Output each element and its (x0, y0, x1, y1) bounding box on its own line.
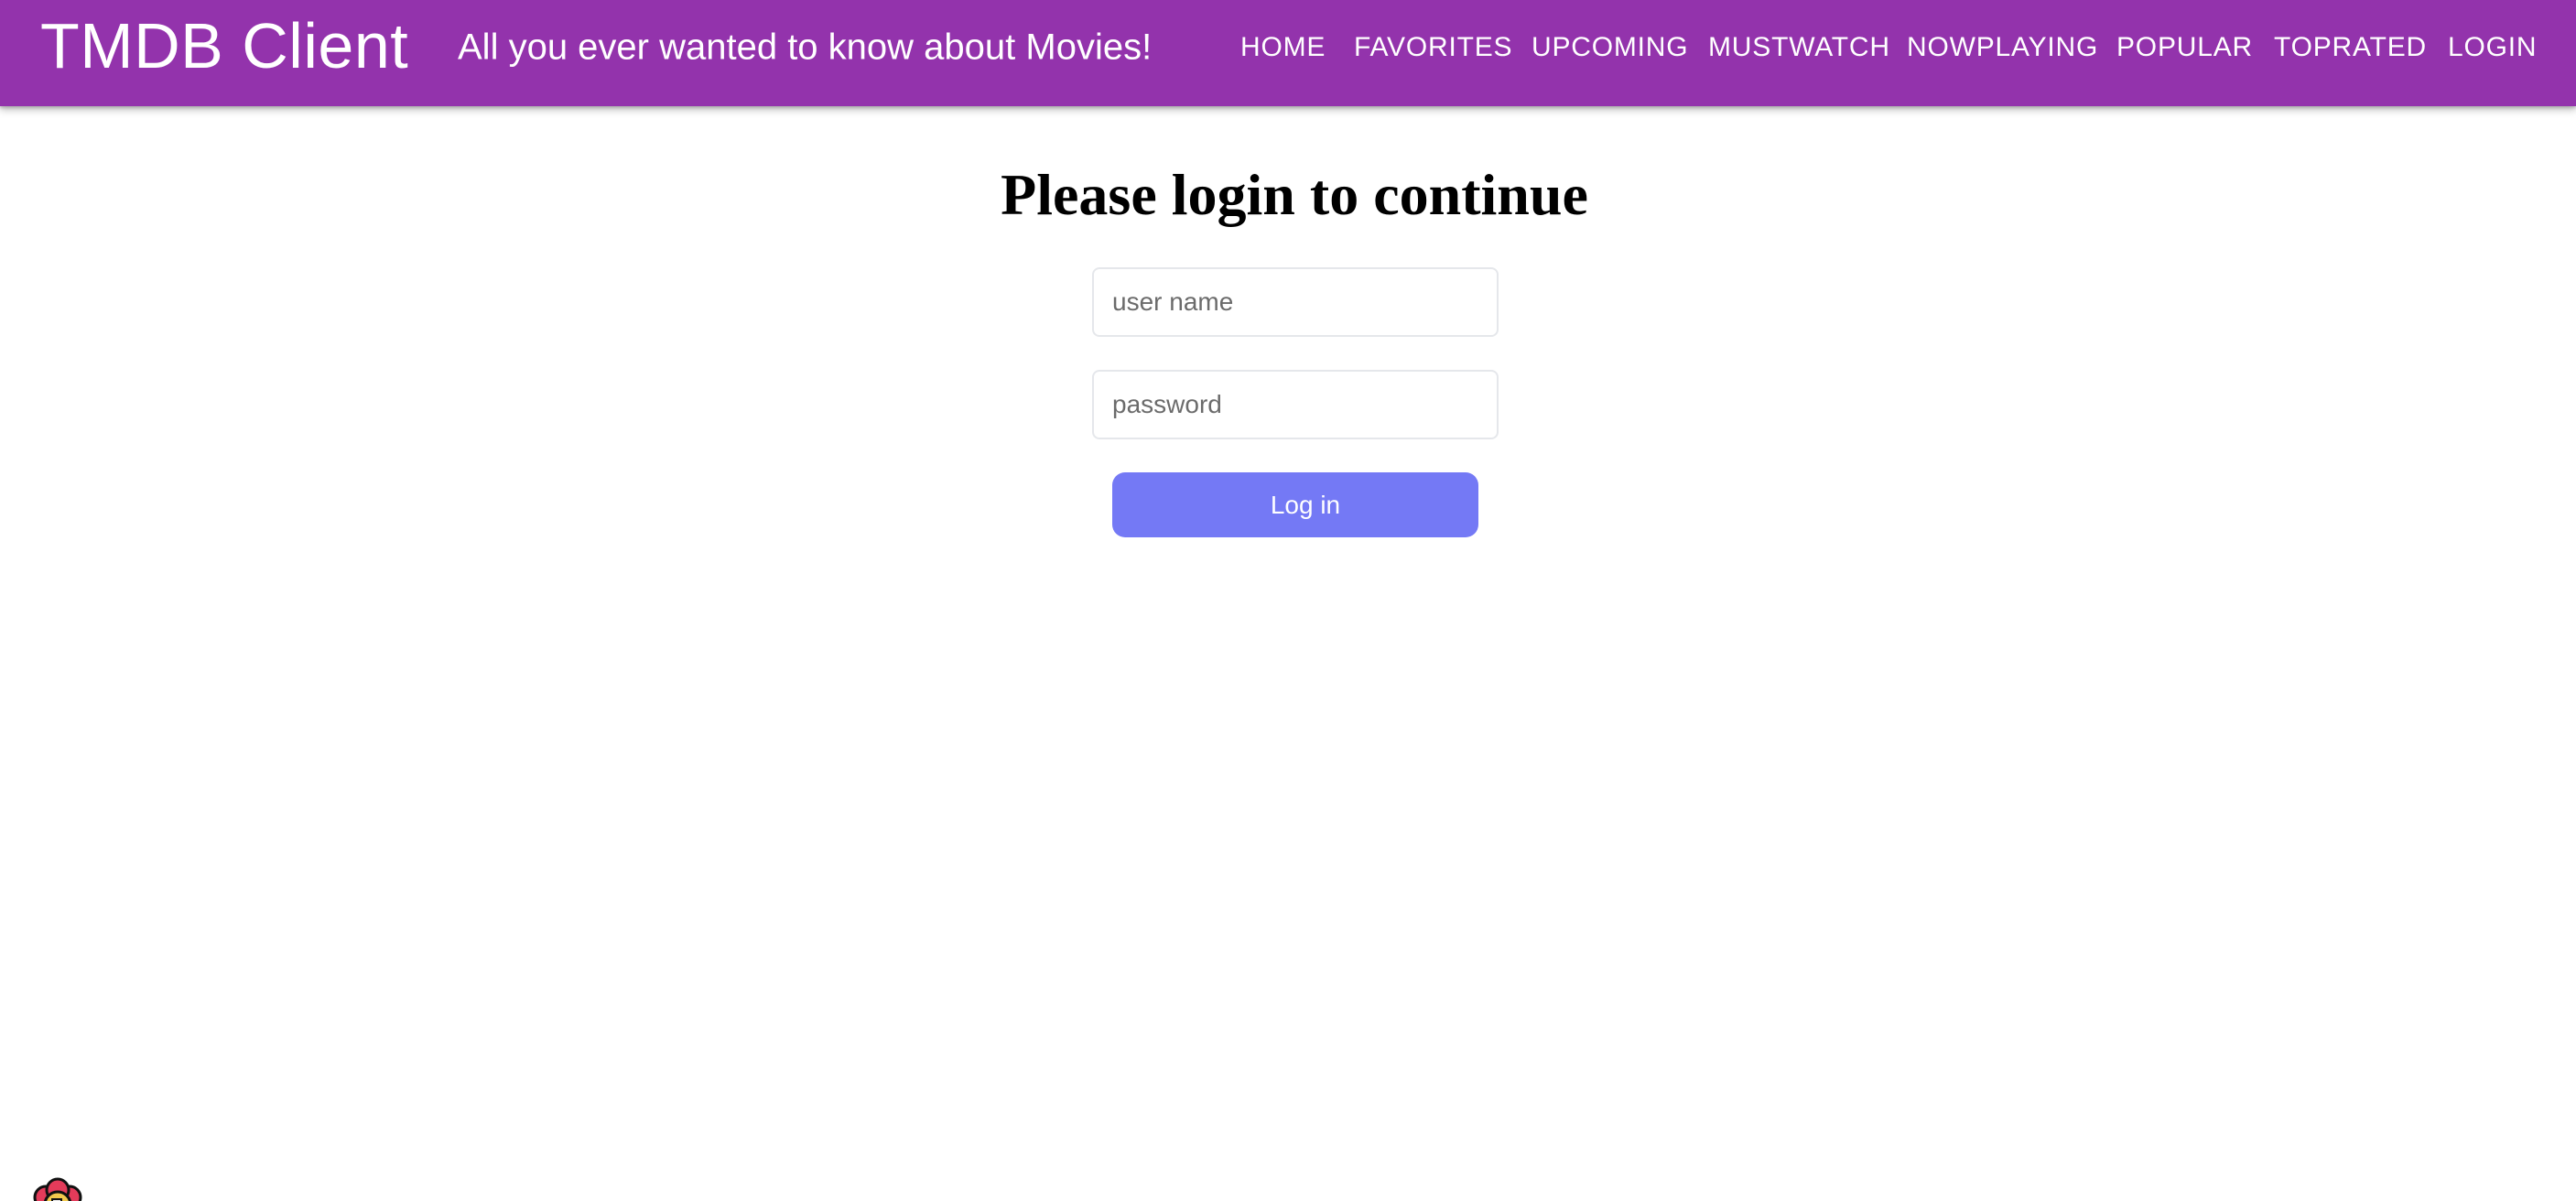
nav-popular[interactable]: POPULAR (2116, 32, 2253, 63)
login-button[interactable]: Log in (1112, 472, 1478, 537)
nav-mustwatch[interactable]: MUSTWATCH (1708, 32, 1890, 63)
nav-favorites[interactable]: FAVORITES (1354, 32, 1512, 63)
nav-home[interactable]: HOME (1240, 32, 1326, 63)
username-input[interactable] (1092, 267, 1499, 337)
react-query-devtools-flower-icon[interactable] (26, 1174, 90, 1201)
nav-upcoming[interactable]: UPCOMING (1532, 32, 1688, 63)
login-page: Please login to continue Log in (0, 106, 2576, 1201)
nav-login[interactable]: LOGIN (2448, 32, 2537, 63)
app-header: TMDB Client All you ever wanted to know … (0, 0, 2576, 106)
nav-toprated[interactable]: TOPRATED (2274, 32, 2427, 63)
nav-nowplaying[interactable]: NOWPLAYING (1907, 32, 2098, 63)
password-input[interactable] (1092, 370, 1499, 439)
brand-tagline: All you ever wanted to know about Movies… (458, 27, 1153, 68)
brand-title[interactable]: TMDB Client (40, 9, 408, 82)
page-title: Please login to continue (1001, 162, 1588, 227)
